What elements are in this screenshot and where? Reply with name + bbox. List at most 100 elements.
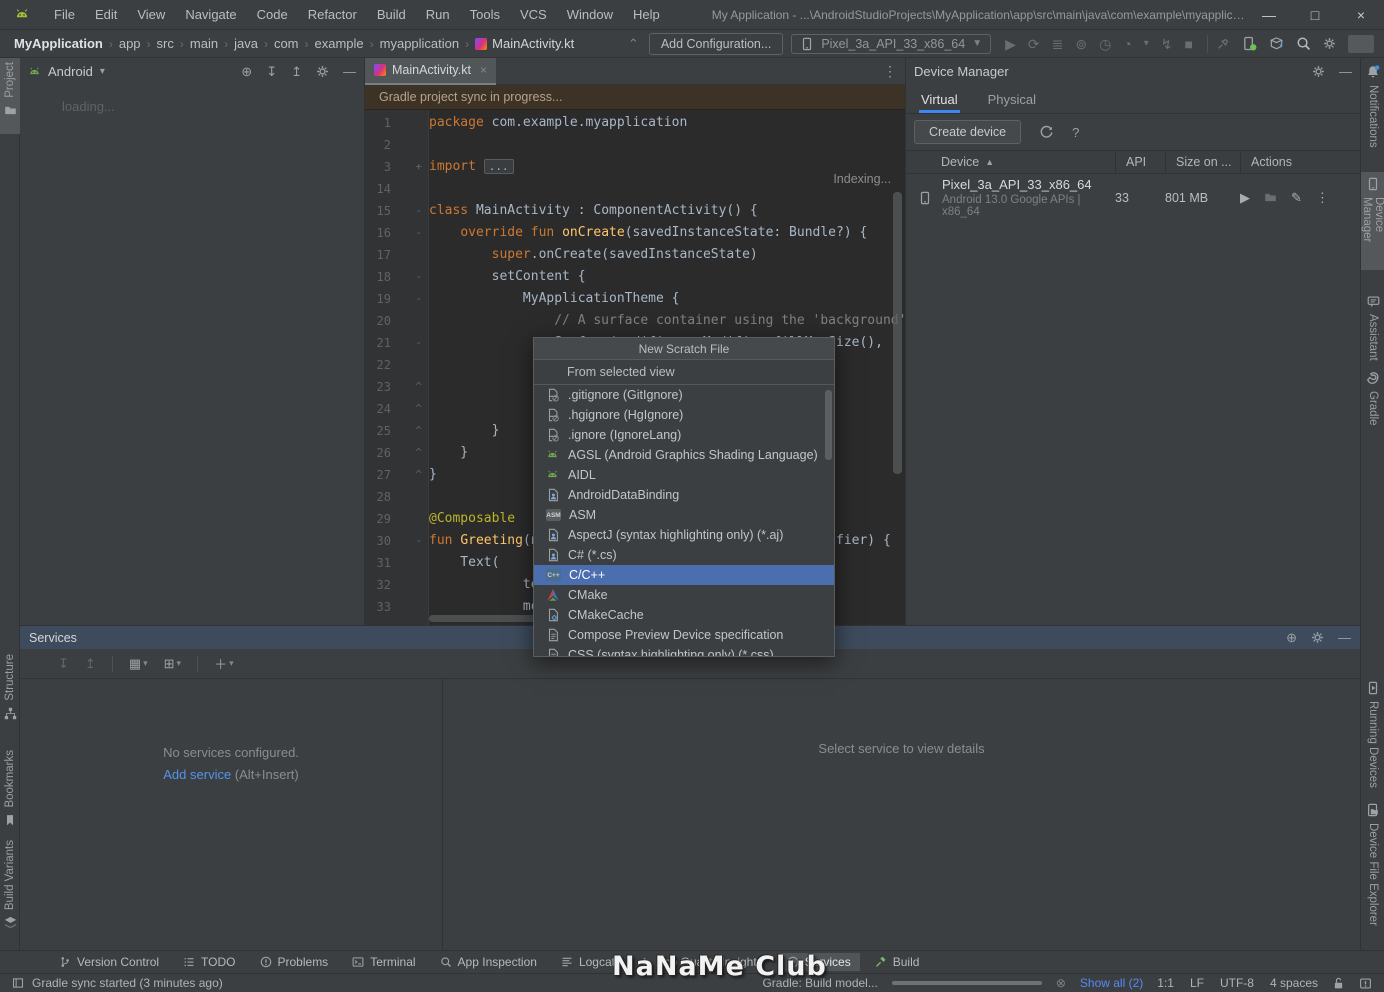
- breadcrumb-example[interactable]: example: [311, 36, 368, 51]
- popup-scrollbar[interactable]: [825, 390, 832, 460]
- profiler-button[interactable]: ◷: [1099, 37, 1111, 51]
- more-actions-icon[interactable]: ⋮: [1316, 191, 1329, 204]
- menu-help[interactable]: Help: [623, 7, 670, 22]
- device-row[interactable]: Pixel_3a_API_33_x86_64 Android 13.0 Goog…: [906, 174, 1360, 221]
- locate-file-icon[interactable]: ⊕: [241, 65, 252, 78]
- search-everywhere-icon[interactable]: [1296, 36, 1311, 51]
- menu-tools[interactable]: Tools: [460, 7, 510, 22]
- apply-changes-button[interactable]: ↯: [1161, 37, 1173, 51]
- status-widget-lf[interactable]: LF: [1190, 976, 1204, 990]
- menu-navigate[interactable]: Navigate: [175, 7, 246, 22]
- status-widget-4-spaces[interactable]: 4 spaces: [1270, 976, 1318, 990]
- close-tab-icon[interactable]: ×: [480, 63, 487, 77]
- code-line[interactable]: 1package com.example.myapplication: [365, 112, 905, 134]
- editor-tab-mainactivity[interactable]: MainActivity.kt ×: [365, 58, 496, 85]
- tool-strip-assistant[interactable]: Assistant: [1361, 290, 1384, 364]
- popup-item-c-cs[interactable]: C# (*.cs): [534, 545, 834, 565]
- popup-item-gitignore-gitignore[interactable]: .gitignore (GitIgnore): [534, 385, 834, 405]
- edit-device-icon[interactable]: ✎: [1291, 191, 1302, 204]
- fold-marker[interactable]: -: [391, 222, 429, 244]
- toolwindow-tab-problems[interactable]: Problems: [251, 953, 338, 971]
- add-service-link[interactable]: Add service: [163, 767, 231, 782]
- more-tabs-icon[interactable]: ⋮: [883, 63, 897, 80]
- build-menu-button[interactable]: ≣: [1052, 37, 1064, 51]
- tool-strip-structure[interactable]: Structure: [0, 650, 20, 740]
- add-frame-icon[interactable]: ⊞▾: [164, 656, 181, 672]
- menu-window[interactable]: Window: [557, 7, 623, 22]
- breadcrumb-main[interactable]: main: [186, 36, 222, 51]
- tool-strip-build-variants[interactable]: Build Variants: [0, 836, 20, 944]
- fold-marker[interactable]: -: [391, 530, 429, 552]
- coverage-button[interactable]: ◔: [1123, 37, 1131, 51]
- help-icon[interactable]: ?: [1072, 126, 1079, 139]
- breadcrumb-com[interactable]: com: [270, 36, 303, 51]
- code-line[interactable]: 14: [365, 178, 905, 200]
- cancel-task-icon[interactable]: ⊗: [1056, 976, 1066, 990]
- attach-debugger-icon[interactable]: [1216, 37, 1230, 51]
- fold-marker[interactable]: -: [391, 200, 429, 222]
- show-all-tasks-link[interactable]: Show all (2): [1080, 976, 1143, 990]
- fold-marker[interactable]: +: [391, 156, 429, 178]
- code-line[interactable]: 18- setContent {: [365, 266, 905, 288]
- tool-strip-device-file-explorer[interactable]: Device File Explorer: [1361, 798, 1384, 950]
- code-line[interactable]: 19- MyApplicationTheme {: [365, 288, 905, 310]
- popup-item-css-syntax-highlighting-only-css[interactable]: CSS (syntax highlighting only) (*.css): [534, 645, 834, 657]
- breadcrumb-app[interactable]: app: [115, 36, 145, 51]
- device-selector[interactable]: Pixel_3a_API_33_x86_64 ▼: [791, 34, 991, 54]
- locate-icon[interactable]: ⊕: [1286, 631, 1297, 644]
- tool-window-toggle-icon[interactable]: [12, 977, 24, 989]
- code-line[interactable]: 20 // A surface container using the 'bac…: [365, 310, 905, 332]
- tool-strip-notifications[interactable]: Notifications: [1361, 60, 1384, 164]
- hide-panel-icon[interactable]: —: [1338, 631, 1351, 644]
- popup-item-compose-preview-device-specification[interactable]: Compose Preview Device specification: [534, 625, 834, 645]
- popup-item-cmakecache[interactable]: CMakeCache: [534, 605, 834, 625]
- popup-item-agsl-android-graphics-shading-language[interactable]: AGSL (Android Graphics Shading Language): [534, 445, 834, 465]
- fold-marker[interactable]: ^: [391, 420, 429, 442]
- add-service-icon[interactable]: ＋▾: [214, 654, 234, 673]
- settings-icon[interactable]: [316, 65, 329, 78]
- stop-button[interactable]: ■: [1185, 37, 1193, 51]
- code-line[interactable]: 3+import ...: [365, 156, 905, 178]
- fold-marker[interactable]: ^: [391, 398, 429, 420]
- maximize-window-button[interactable]: □: [1292, 0, 1338, 30]
- popup-item-ignore-ignorelang[interactable]: .ignore (IgnoreLang): [534, 425, 834, 445]
- menu-vcs[interactable]: VCS: [510, 7, 557, 22]
- rerun-button[interactable]: ⟳: [1028, 37, 1040, 51]
- view-mode-icon[interactable]: ▦▾: [129, 656, 148, 672]
- column-size[interactable]: Size on ...: [1165, 151, 1240, 173]
- launch-device-icon[interactable]: ▶: [1240, 191, 1250, 204]
- collapse-all-icon[interactable]: ↥: [85, 656, 96, 672]
- expand-all-icon[interactable]: ↧: [266, 65, 277, 78]
- editor-vertical-scrollbar[interactable]: [893, 192, 902, 474]
- close-window-button[interactable]: ×: [1338, 0, 1384, 30]
- fold-marker[interactable]: ^: [391, 376, 429, 398]
- toolwindow-tab-build[interactable]: Build: [866, 953, 929, 971]
- fold-marker[interactable]: -: [391, 332, 429, 354]
- code-line[interactable]: 15-class MainActivity : ComponentActivit…: [365, 200, 905, 222]
- breadcrumb-file[interactable]: MainActivity.kt: [471, 36, 574, 51]
- minimize-window-button[interactable]: —: [1246, 0, 1292, 30]
- device-manager-icon[interactable]: [1242, 36, 1257, 51]
- hide-panel-icon[interactable]: —: [343, 65, 356, 78]
- popup-item-androiddatabinding[interactable]: AndroidDataBinding: [534, 485, 834, 505]
- refresh-icon[interactable]: [1039, 125, 1054, 140]
- settings-icon[interactable]: [1312, 65, 1325, 78]
- collapse-all-icon[interactable]: ↥: [291, 65, 302, 78]
- toolwindow-tab-app-inspection[interactable]: App Inspection: [431, 953, 546, 971]
- menu-run[interactable]: Run: [416, 7, 460, 22]
- add-configuration-button[interactable]: Add Configuration...: [649, 33, 784, 55]
- popup-item-aidl[interactable]: AIDL: [534, 465, 834, 485]
- column-device[interactable]: Device ▲: [906, 155, 1115, 169]
- breadcrumb-myapplication[interactable]: MyApplication: [10, 36, 107, 51]
- tab-virtual[interactable]: Virtual: [919, 92, 960, 113]
- popup-item-c-c[interactable]: C++C/C++: [534, 565, 834, 585]
- create-device-button[interactable]: Create device: [914, 120, 1021, 144]
- device-folder-icon[interactable]: [1264, 191, 1277, 204]
- breadcrumb-myapplication[interactable]: myapplication: [376, 36, 464, 51]
- menu-build[interactable]: Build: [367, 7, 416, 22]
- run-button[interactable]: ▶: [1005, 37, 1016, 51]
- unlock-icon[interactable]: [1332, 977, 1345, 990]
- sdk-manager-icon[interactable]: [1269, 36, 1284, 51]
- hide-panel-icon[interactable]: —: [1339, 65, 1352, 78]
- tool-strip-gradle[interactable]: Gradle: [1361, 366, 1384, 442]
